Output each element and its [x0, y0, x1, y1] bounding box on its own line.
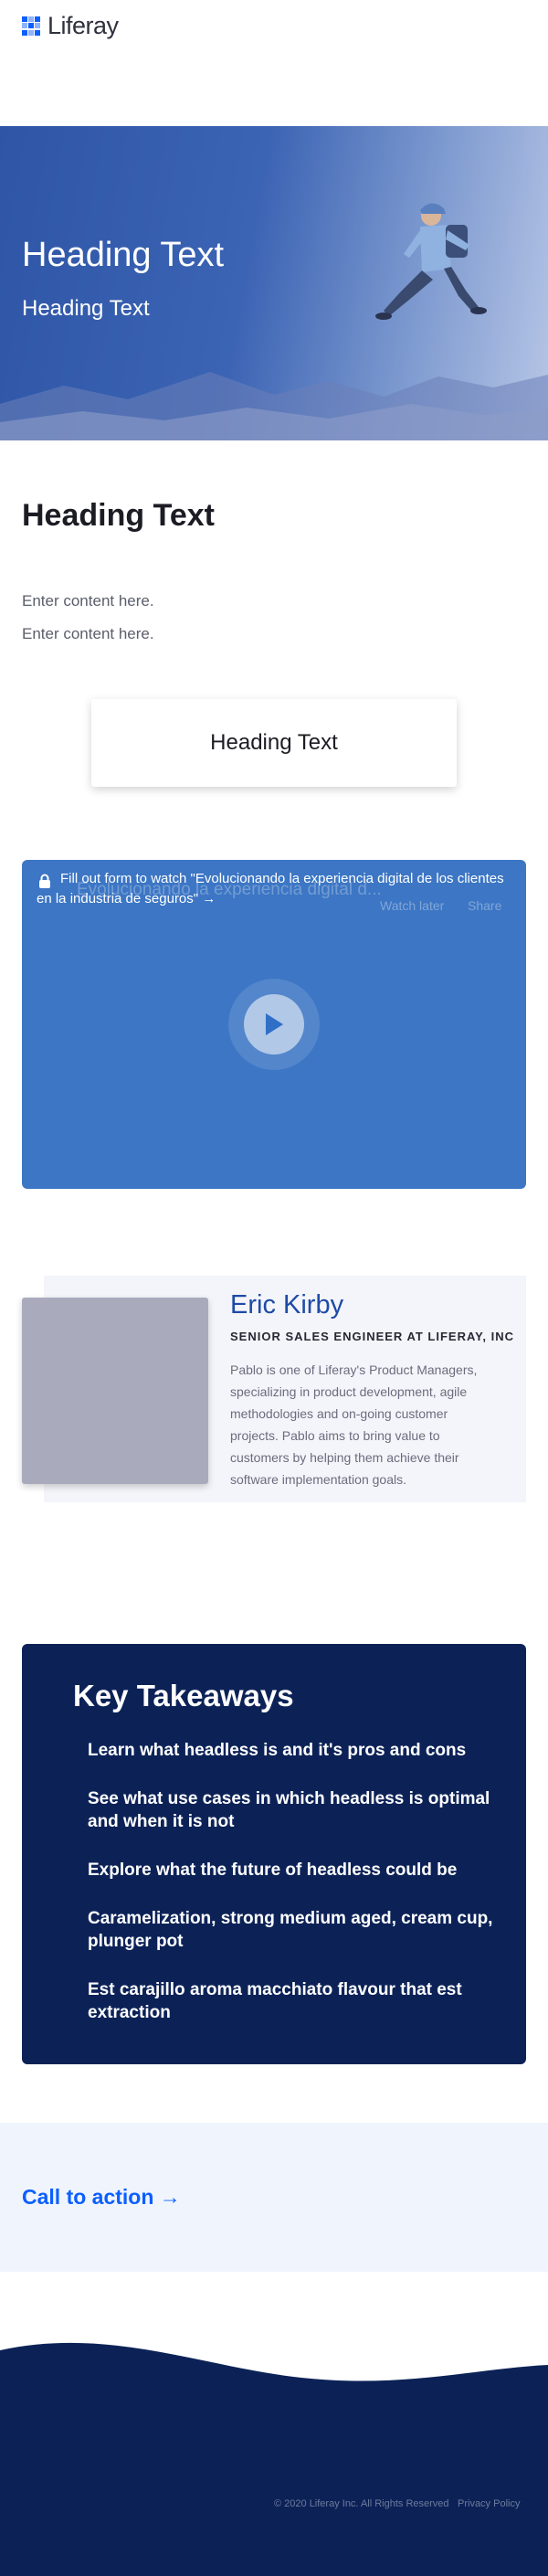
- speaker-name: Eric Kirby: [230, 1290, 344, 1320]
- content-paragraph-1: Enter content here.: [22, 592, 154, 610]
- section-heading: Heading Text: [22, 498, 215, 533]
- liferay-logo-icon: [22, 16, 42, 37]
- logo-text: Liferay: [47, 12, 119, 39]
- cta-section: Call to action →: [0, 2123, 548, 2272]
- takeaways-list: Learn what headless is and it's pros and…: [88, 1739, 499, 2050]
- speaker-role: SENIOR SALES ENGINEER AT LIFERAY, INC: [230, 1330, 515, 1343]
- privacy-policy-link[interactable]: Privacy Policy: [458, 2498, 520, 2509]
- heading-card: Heading Text: [91, 699, 457, 787]
- call-to-action-link[interactable]: Call to action →: [22, 2185, 181, 2210]
- hero-title: Heading Text: [22, 236, 225, 274]
- speaker-bio: Pablo is one of Liferay's Product Manage…: [230, 1362, 478, 1487]
- jumping-person-image: [375, 203, 487, 320]
- footer-wave-background: [0, 2342, 548, 2576]
- takeaway-item: Explore what the future of headless coul…: [88, 1860, 458, 1880]
- video-player[interactable]: Evolucionando la experiencia digital d..…: [22, 860, 526, 1189]
- site-header: Liferay: [0, 0, 548, 57]
- site-footer: © 2020 Liferay Inc. All Rights Reserved …: [0, 2330, 548, 2576]
- mountains-image: [0, 372, 548, 440]
- takeaway-item: Caramelization, strong medium aged, crea…: [88, 1909, 493, 1951]
- takeaway-item: Est carajillo aroma macchiato flavour th…: [88, 1980, 462, 2022]
- takeaways-title: Key Takeaways: [73, 1679, 294, 1712]
- play-button[interactable]: [228, 979, 320, 1070]
- gated-form-notice[interactable]: Fill out form to watch "Evolucionando la…: [37, 869, 511, 909]
- speaker-photo: [22, 1298, 208, 1484]
- copyright-text: © 2020 Liferay Inc. All Rights Reserved: [274, 2498, 449, 2509]
- hero-banner: Heading Text Heading Text: [0, 126, 548, 440]
- hero-subtitle: Heading Text: [22, 296, 150, 321]
- key-takeaways-panel: Key Takeaways Learn what headless is and…: [22, 1644, 526, 2064]
- play-icon: [266, 1013, 283, 1035]
- takeaway-item: Learn what headless is and it's pros and…: [88, 1741, 467, 1760]
- content-paragraph-2: Enter content here.: [22, 625, 154, 642]
- takeaway-item: See what use cases in which headless is …: [88, 1789, 490, 1831]
- liferay-logo[interactable]: Liferay: [22, 12, 119, 40]
- card-heading: Heading Text: [210, 730, 338, 755]
